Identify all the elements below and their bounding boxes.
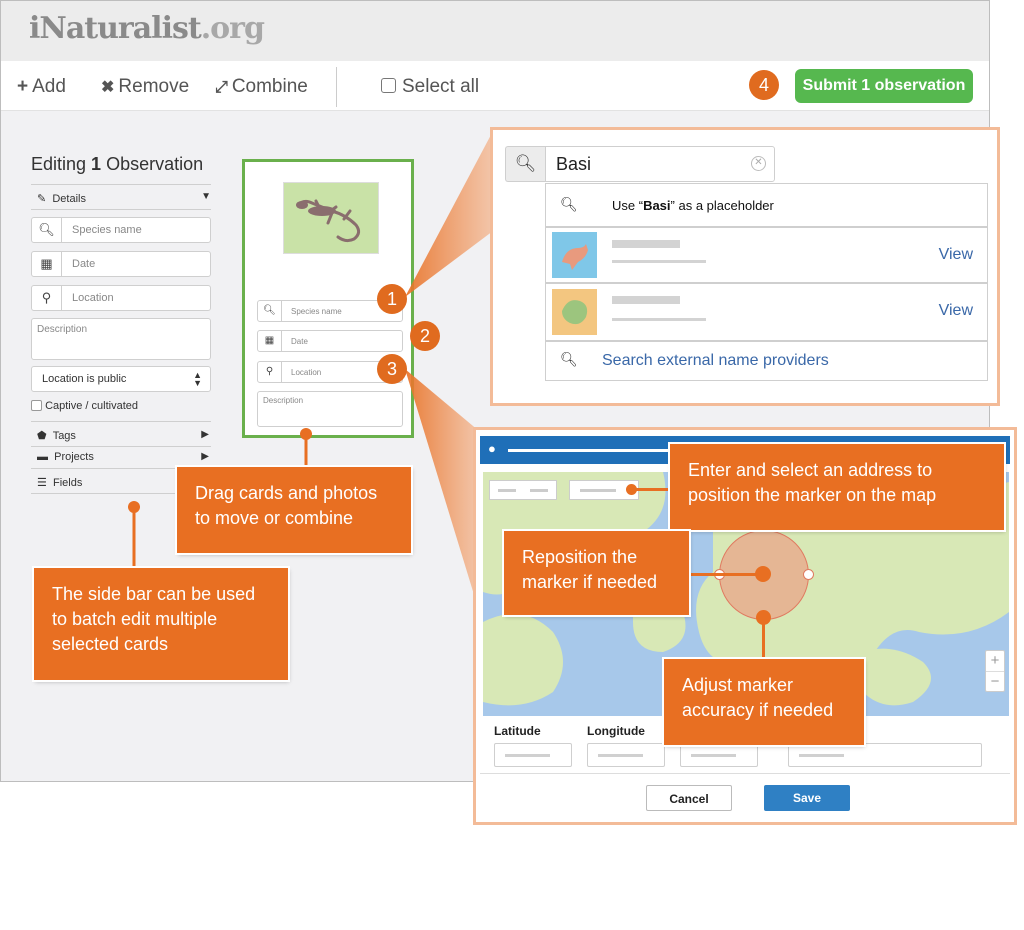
accuracy-dot [756, 610, 771, 625]
callout-drag: Drag cards and photos to move or combine [177, 467, 411, 553]
connector-dot [300, 428, 312, 440]
search-icon: 🔍︎ [560, 351, 578, 367]
zoom-in-button[interactable]: + [986, 651, 1004, 672]
zoom-out-button[interactable]: − [986, 672, 1004, 692]
search-icon-box: 🔍︎ [505, 146, 545, 182]
map-pin-icon: ● [488, 441, 496, 456]
species-search-input[interactable]: Basi ✕ [545, 146, 775, 182]
step-badge-1: 1 [377, 284, 407, 314]
search-bar-line [508, 449, 678, 452]
external-search-option[interactable]: 🔍︎ Search external name providers [545, 341, 988, 381]
wedge-map [405, 369, 479, 611]
reposition-line [681, 573, 761, 576]
zoom-control: + − [985, 650, 1005, 692]
result-title-placeholder [612, 296, 680, 304]
result-subtitle-placeholder [612, 318, 706, 321]
leaf-icon [562, 300, 588, 325]
footer-divider [480, 773, 1010, 774]
cancel-button[interactable]: Cancel [646, 785, 732, 811]
taxon-result-bird[interactable]: View [545, 227, 988, 283]
clear-icon[interactable]: ✕ [751, 156, 766, 171]
address-connector-dot [626, 484, 637, 495]
save-button[interactable]: Save [764, 785, 850, 811]
latitude-label: Latitude [494, 724, 541, 738]
field-line [498, 489, 516, 492]
accuracy-input[interactable] [680, 743, 758, 767]
search-icon: 🔍︎ [560, 196, 578, 212]
longitude-input[interactable] [587, 743, 665, 767]
callout-sidebar: The side bar can be used to batch edit m… [34, 568, 288, 680]
result-title-placeholder [612, 240, 680, 248]
species-search-panel: 🔍︎ Basi ✕ 🔍︎ Use “Basi” as a placeholder… [490, 127, 1000, 406]
callout-address: Enter and select an address to position … [670, 444, 1004, 530]
accuracy-handle[interactable] [803, 569, 814, 580]
view-link[interactable]: View [939, 302, 973, 320]
latitude-input[interactable] [494, 743, 572, 767]
bird-icon [562, 244, 588, 270]
address-field[interactable] [489, 480, 557, 500]
step-badge-3: 3 [377, 354, 407, 384]
landmass [863, 648, 931, 706]
bird-thumbnail [552, 232, 597, 278]
connector-dot [128, 501, 140, 513]
taxon-result-plant[interactable]: View [545, 283, 988, 341]
plant-thumbnail [552, 289, 597, 335]
view-link[interactable]: View [939, 246, 973, 264]
landmass [483, 614, 563, 706]
result-subtitle-placeholder [612, 260, 706, 263]
placeholder-option[interactable]: 🔍︎ Use “Basi” as a placeholder [545, 183, 988, 227]
marker-center[interactable] [755, 566, 771, 582]
longitude-label: Longitude [587, 724, 645, 738]
step-badge-2: 2 [410, 321, 440, 351]
search-icon: 🔍︎ [514, 154, 537, 173]
field-line [530, 489, 548, 492]
field-line [580, 489, 616, 492]
wedge-search [405, 131, 493, 297]
place-name-input[interactable] [788, 743, 982, 767]
callout-reposition: Reposition the marker if needed [504, 531, 689, 615]
callout-accuracy: Adjust marker accuracy if needed [664, 659, 864, 745]
